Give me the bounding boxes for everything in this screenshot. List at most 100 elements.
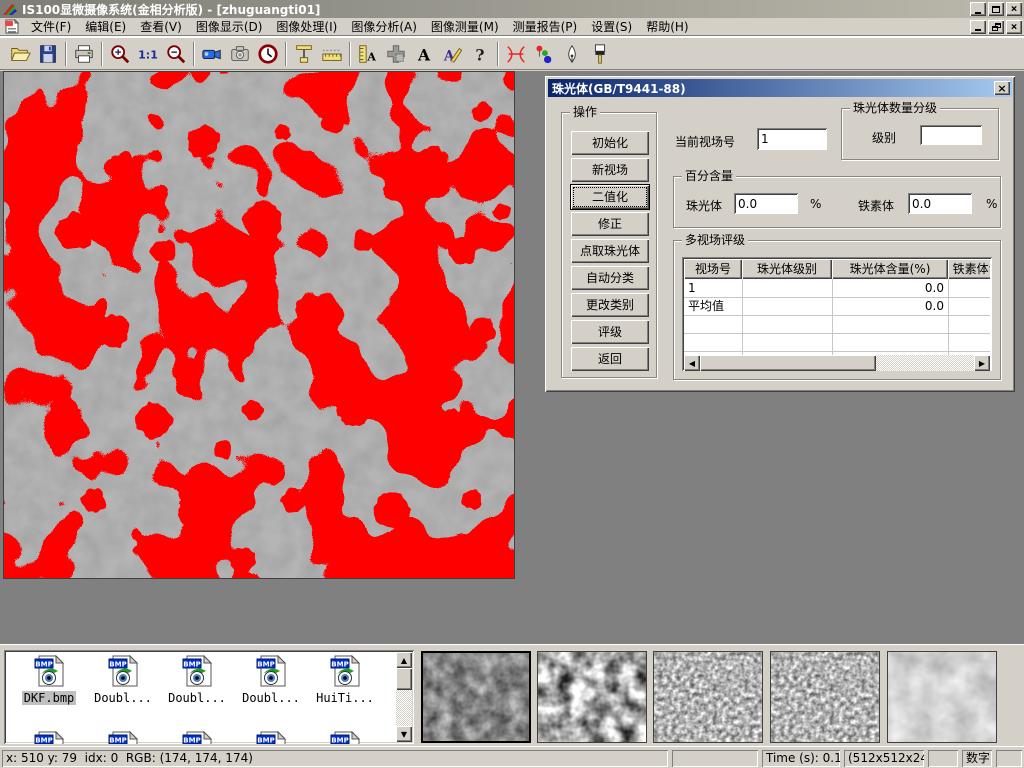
binarize-button[interactable]: 二值化 bbox=[570, 184, 650, 210]
scroll-up-button[interactable]: ▲ bbox=[396, 652, 412, 668]
auto-classify-button[interactable]: 自动分类 bbox=[571, 266, 649, 290]
change-class-button[interactable]: 更改类别 bbox=[571, 293, 649, 317]
file-item[interactable] bbox=[86, 730, 160, 744]
new-field-button[interactable]: 新视场 bbox=[571, 158, 649, 182]
title-bar: IS100显微摄像系统(金相分析版) - [zhuguangti01] × bbox=[0, 0, 1024, 18]
rate-button[interactable]: 评级 bbox=[571, 320, 649, 344]
mdi-close-button[interactable]: × bbox=[1006, 20, 1022, 34]
file-name[interactable]: Doubl... bbox=[240, 691, 302, 705]
brush-icon[interactable] bbox=[586, 40, 614, 67]
menu-edit[interactable]: 编辑(E) bbox=[78, 17, 133, 36]
mdi-minimize-icon bbox=[975, 29, 981, 31]
zoom-in-icon[interactable] bbox=[106, 40, 134, 67]
file-list-scrollbar[interactable]: ▲ ▼ bbox=[396, 652, 412, 742]
caliper-icon[interactable] bbox=[290, 40, 318, 67]
menu-settings[interactable]: 设置(S) bbox=[584, 17, 639, 36]
percent-group: 百分含量 珠光体 % 铁素体 % bbox=[673, 176, 1001, 228]
file-list[interactable]: DKF.bmp Doubl... Doubl... Doubl... HuiTi… bbox=[4, 650, 414, 744]
thumbnail-5[interactable] bbox=[887, 651, 997, 743]
menu-image-measure[interactable]: 图像测量(M) bbox=[424, 17, 506, 36]
mdi-minimize-button[interactable] bbox=[970, 20, 986, 34]
current-view-label: 当前视场号 bbox=[675, 133, 735, 150]
ferrite-input[interactable] bbox=[908, 193, 972, 214]
video-camera-icon[interactable] bbox=[198, 40, 226, 67]
file-item[interactable] bbox=[12, 730, 86, 744]
return-button[interactable]: 返回 bbox=[571, 347, 649, 371]
dialog-close-button[interactable]: × bbox=[994, 81, 1010, 95]
pen-icon[interactable] bbox=[558, 40, 586, 67]
merge-icon[interactable] bbox=[382, 40, 410, 67]
menu-report[interactable]: 测量报告(P) bbox=[506, 17, 585, 36]
file-item[interactable]: Doubl... bbox=[86, 654, 160, 705]
col-pearlite-content[interactable]: 珠光体含量(%) bbox=[832, 259, 948, 279]
bmp-file-icon bbox=[180, 730, 214, 744]
minimize-button[interactable] bbox=[970, 2, 986, 16]
menu-file[interactable]: 文件(F) bbox=[24, 17, 78, 36]
pearlite-input[interactable] bbox=[734, 193, 798, 214]
open-icon[interactable] bbox=[6, 40, 34, 67]
menu-help[interactable]: 帮助(H) bbox=[639, 17, 695, 36]
close-button[interactable]: × bbox=[1006, 2, 1022, 16]
clock-icon[interactable] bbox=[254, 40, 282, 67]
maximize-button[interactable] bbox=[988, 2, 1004, 16]
pick-pearlite-button[interactable]: 点取珠光体 bbox=[571, 239, 649, 263]
metallographic-image[interactable] bbox=[3, 71, 515, 579]
thumbnail-4[interactable] bbox=[770, 651, 880, 743]
file-item[interactable]: HuiTi... bbox=[308, 654, 382, 705]
grade-input[interactable] bbox=[920, 125, 982, 145]
file-item[interactable] bbox=[308, 730, 382, 744]
scroll-track[interactable] bbox=[876, 355, 974, 371]
thumbnail-2[interactable] bbox=[537, 651, 647, 743]
col-pearlite-grade[interactable]: 珠光体级别 bbox=[742, 259, 832, 279]
multiview-table[interactable]: 视场号 珠光体级别 珠光体含量(%) 铁素体含量(%) 1 0.0 平 bbox=[682, 257, 992, 371]
text-icon[interactable]: A bbox=[410, 40, 438, 67]
file-name[interactable]: Doubl... bbox=[92, 691, 154, 705]
one-to-one-icon[interactable]: 1:1 bbox=[134, 40, 162, 67]
capture-icon[interactable] bbox=[226, 40, 254, 67]
table-row[interactable]: 1 0.0 bbox=[684, 279, 990, 297]
menu-image-processing[interactable]: 图像处理(I) bbox=[269, 17, 344, 36]
mdi-restore-button[interactable] bbox=[988, 20, 1004, 34]
measure-text-icon[interactable]: A bbox=[354, 40, 382, 67]
file-item[interactable] bbox=[160, 730, 234, 744]
curve-tool-icon[interactable] bbox=[502, 40, 530, 67]
scroll-right-button[interactable]: ▶ bbox=[974, 355, 990, 371]
dialog-title-bar[interactable]: 珠光体(GB/T9441-88) × bbox=[548, 79, 1012, 97]
print-icon[interactable] bbox=[70, 40, 98, 67]
thumbnail-3[interactable] bbox=[653, 651, 763, 743]
workspace: 珠光体(GB/T9441-88) × 操作 初始化 新视场 二值化 修正 点取珠… bbox=[0, 71, 1024, 644]
file-name[interactable]: HuiTi... bbox=[314, 691, 376, 705]
status-image-size: (512x512x24) bbox=[844, 750, 924, 767]
current-view-input[interactable] bbox=[757, 128, 827, 150]
edit-text-icon[interactable]: A bbox=[438, 40, 466, 67]
svg-text:?: ? bbox=[475, 45, 484, 64]
scroll-left-button[interactable]: ◀ bbox=[684, 355, 700, 371]
menu-view[interactable]: 查看(V) bbox=[133, 17, 189, 36]
help-icon[interactable]: ? bbox=[466, 40, 494, 67]
menu-image-display[interactable]: 图像显示(D) bbox=[189, 17, 270, 36]
correct-button[interactable]: 修正 bbox=[571, 212, 649, 236]
file-item[interactable]: Doubl... bbox=[160, 654, 234, 705]
window-title: IS100显微摄像系统(金相分析版) - [zhuguangti01] bbox=[22, 1, 968, 18]
classify-dots-icon[interactable] bbox=[530, 40, 558, 67]
menu-image-analysis[interactable]: 图像分析(A) bbox=[344, 17, 424, 36]
ruler-icon[interactable] bbox=[318, 40, 346, 67]
file-item[interactable]: DKF.bmp bbox=[12, 654, 86, 705]
initialize-button[interactable]: 初始化 bbox=[571, 131, 649, 155]
scroll-thumb[interactable] bbox=[700, 355, 876, 371]
status-empty-1 bbox=[672, 750, 758, 767]
col-ferrite-content[interactable]: 铁素体含量(%) bbox=[948, 259, 990, 279]
col-view-number[interactable]: 视场号 bbox=[684, 259, 742, 279]
file-item[interactable] bbox=[234, 730, 308, 744]
save-icon[interactable] bbox=[34, 40, 62, 67]
scroll-down-button[interactable]: ▼ bbox=[396, 726, 412, 742]
file-item[interactable]: Doubl... bbox=[234, 654, 308, 705]
table-horizontal-scrollbar[interactable]: ◀ ▶ bbox=[684, 355, 990, 371]
zoom-out-icon[interactable] bbox=[162, 40, 190, 67]
file-name[interactable]: DKF.bmp bbox=[22, 691, 77, 705]
file-name[interactable]: Doubl... bbox=[166, 691, 228, 705]
table-row[interactable]: 平均值 0.0 bbox=[684, 297, 990, 315]
thumbnail-1[interactable] bbox=[421, 651, 531, 743]
bmp-file-icon bbox=[32, 654, 66, 688]
scroll-thumb[interactable] bbox=[396, 668, 412, 690]
